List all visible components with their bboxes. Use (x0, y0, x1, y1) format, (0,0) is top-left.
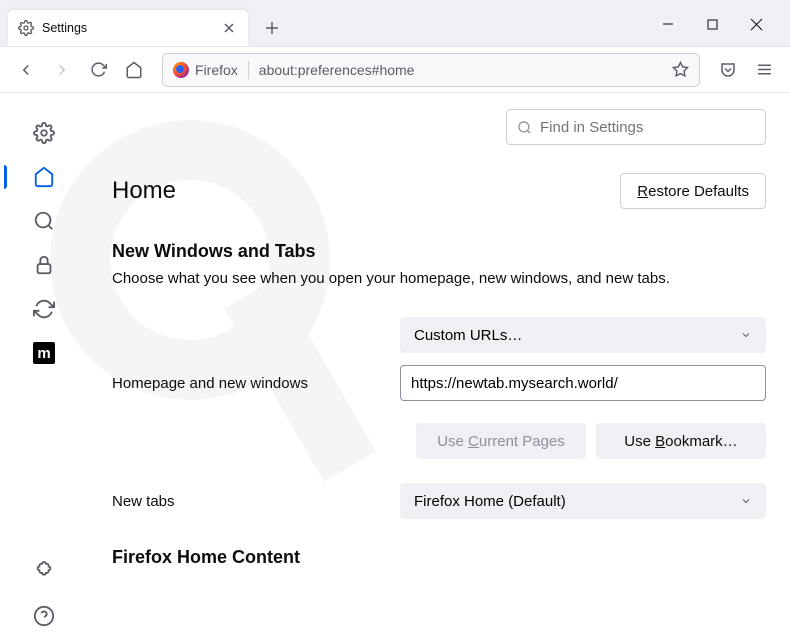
sidebar-item-more-from-mozilla[interactable]: m (32, 341, 56, 365)
restore-defaults-button[interactable]: Restore Defaults (620, 173, 766, 209)
homepage-mode-select[interactable]: Custom URLs… (400, 317, 766, 353)
mozilla-m-icon: m (33, 342, 55, 364)
homepage-label: Homepage and new windows (112, 375, 400, 392)
close-window-button[interactable] (746, 14, 766, 34)
sidebar-item-general[interactable] (32, 121, 56, 145)
page-title: Home (112, 177, 176, 205)
section-firefox-home-content-title: Firefox Home Content (112, 547, 766, 568)
bookmark-star-icon[interactable] (672, 61, 689, 78)
new-tab-button[interactable] (256, 12, 288, 44)
gear-icon (18, 20, 34, 36)
homepage-mode-value: Custom URLs… (414, 327, 522, 344)
sidebar-item-home[interactable] (32, 165, 56, 189)
tab-title: Settings (42, 21, 220, 35)
navigation-toolbar: Firefox about:preferences#home (0, 47, 790, 93)
find-in-settings-input[interactable] (540, 119, 755, 136)
homepage-url-input[interactable] (400, 365, 766, 401)
sidebar-item-privacy[interactable] (32, 253, 56, 277)
save-to-pocket-button[interactable] (712, 54, 744, 86)
section-new-windows-desc: Choose what you see when you open your h… (112, 268, 766, 289)
back-button[interactable] (10, 54, 42, 86)
sidebar-item-support[interactable] (32, 604, 56, 628)
firefox-logo-icon (173, 62, 189, 78)
url-bar[interactable]: Firefox about:preferences#home (162, 53, 700, 87)
search-icon (517, 120, 532, 135)
chevron-down-icon (740, 329, 752, 341)
newtabs-label: New tabs (112, 493, 400, 510)
use-current-pages-button[interactable]: Use Current Pages (416, 423, 586, 459)
preferences-sidebar: m (0, 93, 88, 644)
newtabs-mode-select[interactable]: Firefox Home (Default) (400, 483, 766, 519)
sidebar-item-extensions[interactable] (32, 560, 56, 584)
preferences-main: Home Restore Defaults New Windows and Ta… (88, 93, 790, 644)
sidebar-item-search[interactable] (32, 209, 56, 233)
home-button[interactable] (118, 54, 150, 86)
reload-button[interactable] (82, 54, 114, 86)
use-bookmark-button[interactable]: Use Bookmark… (596, 423, 766, 459)
chevron-down-icon (740, 495, 752, 507)
forward-button[interactable] (46, 54, 78, 86)
url-text: about:preferences#home (259, 62, 662, 78)
find-in-settings-box[interactable] (506, 109, 766, 145)
app-menu-button[interactable] (748, 54, 780, 86)
tab-close-button[interactable] (220, 19, 238, 37)
section-new-windows-title: New Windows and Tabs (112, 241, 766, 262)
titlebar: Settings (0, 0, 790, 47)
maximize-button[interactable] (702, 14, 722, 34)
identity-label: Firefox (195, 62, 238, 78)
newtabs-mode-value: Firefox Home (Default) (414, 493, 566, 510)
minimize-button[interactable] (658, 14, 678, 34)
divider (248, 61, 249, 79)
sidebar-item-sync[interactable] (32, 297, 56, 321)
browser-tab[interactable]: Settings (8, 10, 248, 46)
window-controls (658, 14, 782, 46)
identity-box[interactable]: Firefox (173, 62, 238, 78)
